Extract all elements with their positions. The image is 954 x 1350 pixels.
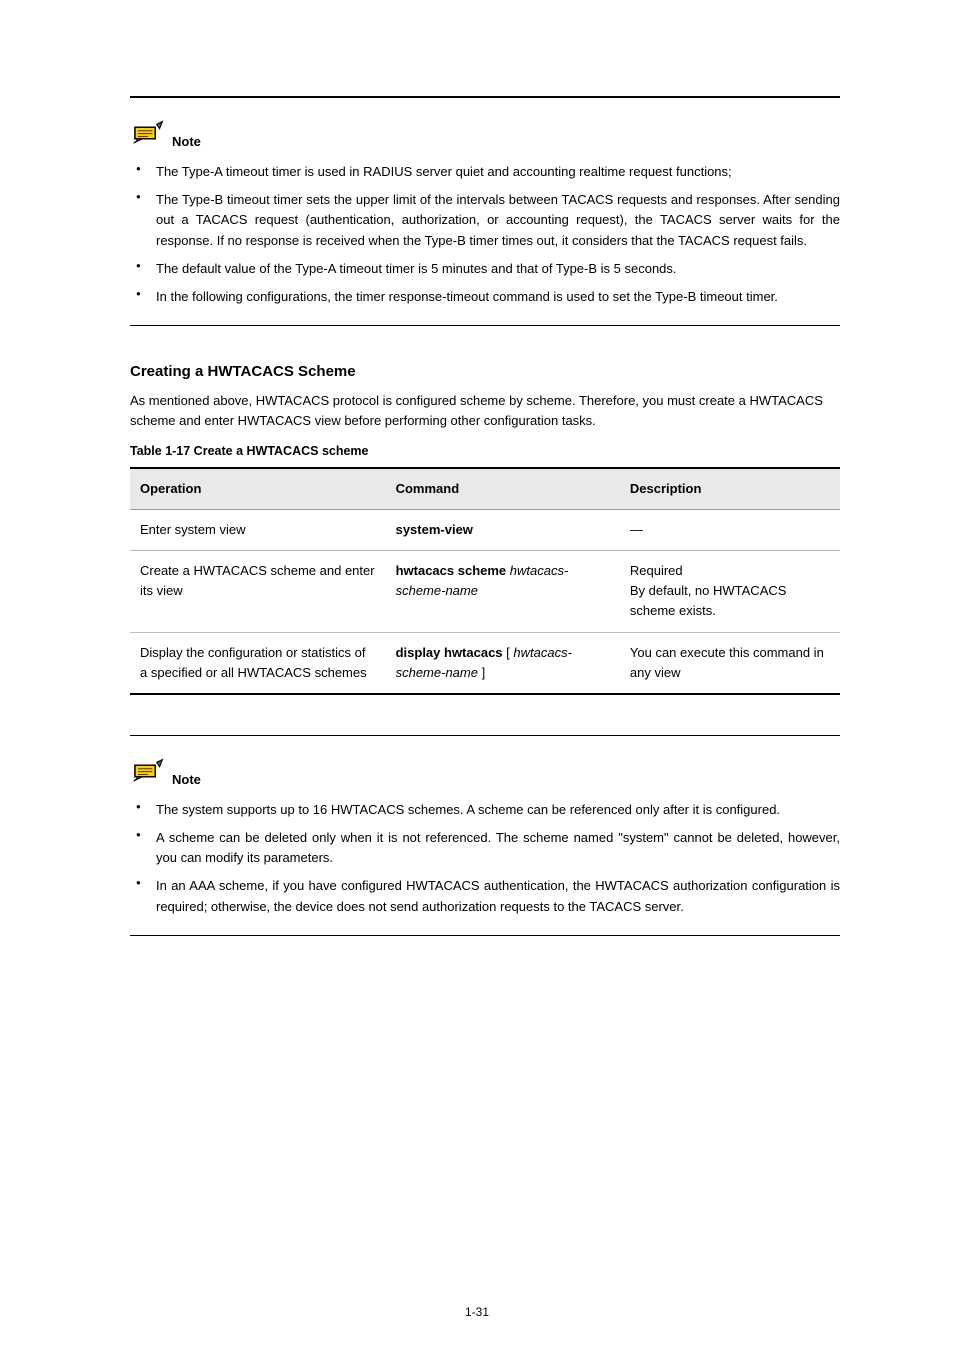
table-row: Create a HWTACACS scheme and enter its v… [130,551,840,632]
cmd-keyword: system-view [396,522,473,537]
cell-command: display hwtacacs [ hwtacacs-scheme-name … [386,632,620,694]
cmd-keyword: display hwtacacs [396,645,503,660]
table-row: Display the configuration or statistics … [130,632,840,694]
list-item: In an AAA scheme, if you have configured… [130,876,840,916]
note-label: Note [172,770,201,790]
cmd-keyword: hwtacacs scheme [396,563,507,578]
bottom-note-end-rule [130,935,840,936]
bottom-note-list: The system supports up to 16 HWTACACS sc… [130,800,840,917]
cmd-plain: ] [478,665,485,680]
cmd-plain: [ [503,645,514,660]
cell-description: — [620,510,840,551]
table-caption: Table 1-17 Create a HWTACACS scheme [130,442,840,461]
table-header-command: Command [386,468,620,510]
cell-description: Required By default, no HWTACACS scheme … [620,551,840,632]
note-end-rule [130,325,840,326]
cell-operation: Enter system view [130,510,386,551]
table-row: Enter system view system-view — [130,510,840,551]
section-intro: As mentioned above, HWTACACS protocol is… [130,391,840,431]
bottom-note-start-rule [130,735,840,736]
top-rule [130,96,840,98]
command-table: Operation Command Description Enter syst… [130,467,840,695]
list-item: In the following configurations, the tim… [130,287,840,307]
list-item: The Type-A timeout timer is used in RADI… [130,162,840,182]
top-note-list: The Type-A timeout timer is used in RADI… [130,162,840,307]
list-item: The Type-B timeout timer sets the upper … [130,190,840,250]
note-icon [130,758,166,790]
bottom-note-block: Note The system supports up to 16 HWTACA… [130,758,840,917]
list-item: A scheme can be deleted only when it is … [130,828,840,868]
list-item: The system supports up to 16 HWTACACS sc… [130,800,840,820]
section-heading: Creating a HWTACACS Scheme [130,360,840,383]
cell-description: You can execute this command in any view [620,632,840,694]
cell-command: hwtacacs scheme hwtacacs-scheme-name [386,551,620,632]
page-number: 1-31 [0,1303,954,1322]
note-icon [130,120,166,152]
cell-operation: Create a HWTACACS scheme and enter its v… [130,551,386,632]
note-label: Note [172,132,201,152]
cell-operation: Display the configuration or statistics … [130,632,386,694]
table-header-operation: Operation [130,468,386,510]
cell-command: system-view [386,510,620,551]
table-header-description: Description [620,468,840,510]
list-item: The default value of the Type-A timeout … [130,259,840,279]
top-note-block: Note The Type-A timeout timer is used in… [130,120,840,307]
